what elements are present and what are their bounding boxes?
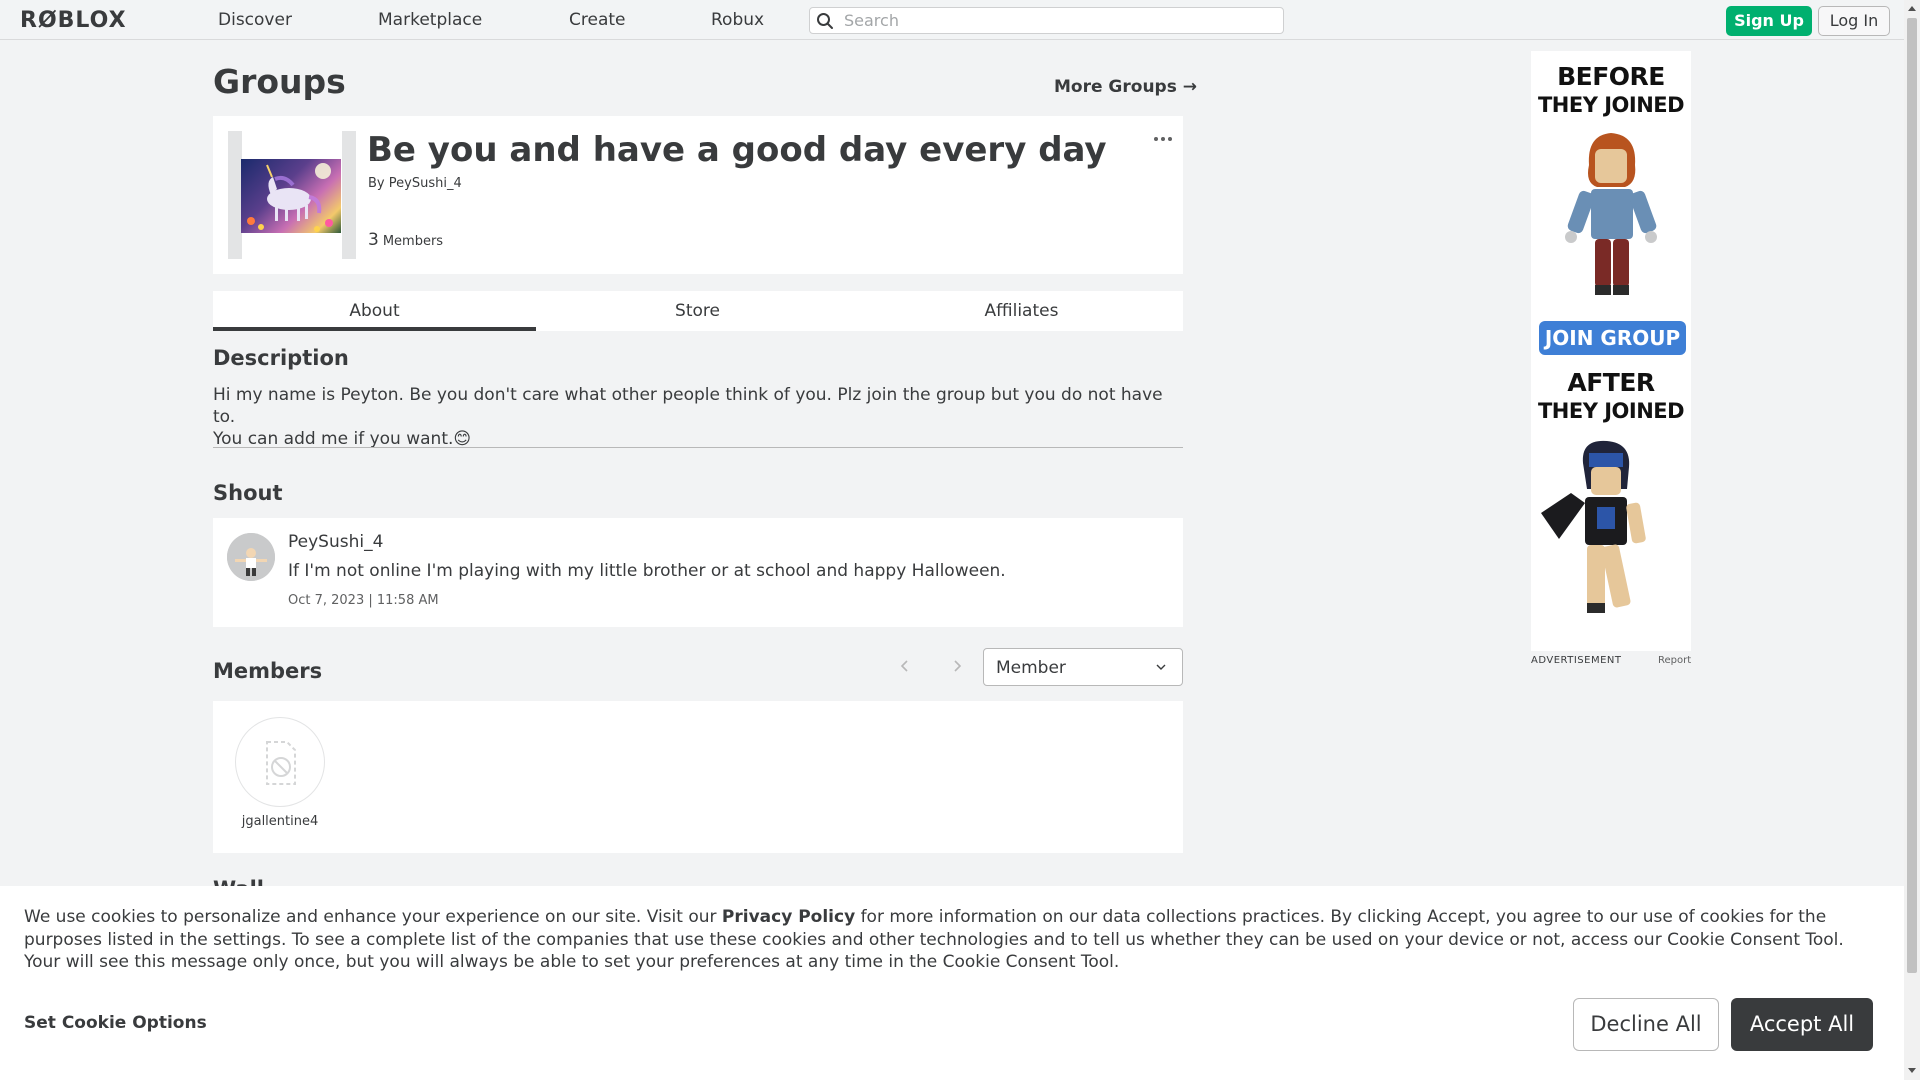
role-select-value: Member bbox=[996, 658, 1066, 678]
avatar[interactable] bbox=[227, 533, 275, 581]
scroll-thumb[interactable] bbox=[1907, 18, 1917, 973]
search-box bbox=[809, 7, 1284, 34]
log-in-button[interactable]: Log In bbox=[1818, 6, 1890, 36]
members-list: jgallentine4 bbox=[213, 701, 1183, 853]
group-owner-link[interactable]: PeySushi_4 bbox=[389, 176, 462, 191]
ad-text: AFTER bbox=[1567, 368, 1655, 397]
more-groups-link[interactable]: More Groups → bbox=[1054, 77, 1197, 97]
avatar-before-image bbox=[1565, 133, 1657, 295]
nav-discover[interactable]: Discover bbox=[218, 10, 292, 30]
member-name[interactable]: jgallentine4 bbox=[213, 814, 347, 829]
shout-card: PeySushi_4 If I'm not online I'm playing… bbox=[213, 518, 1183, 627]
privacy-policy-link[interactable]: Privacy Policy bbox=[722, 907, 855, 927]
member-role-select[interactable]: Member bbox=[983, 648, 1183, 686]
cookie-notice-text: We use cookies to personalize and enhanc… bbox=[24, 907, 1844, 972]
scroll-down-arrow-icon[interactable] bbox=[1908, 1068, 1916, 1073]
set-cookie-options-link[interactable]: Set Cookie Options bbox=[24, 1013, 207, 1033]
chevron-down-icon bbox=[1156, 664, 1166, 670]
roblox-logo[interactable]: RØBLOX bbox=[20, 8, 127, 33]
page-scrollbar[interactable] bbox=[1904, 0, 1920, 1080]
decline-all-button[interactable]: Decline All bbox=[1573, 998, 1719, 1051]
chevron-right-icon[interactable] bbox=[950, 658, 964, 674]
ad-text: THEY JOINED bbox=[1537, 93, 1685, 117]
description-line: Hi my name is Peyton. Be you don't care … bbox=[213, 385, 1163, 427]
sign-up-button[interactable]: Sign Up bbox=[1726, 6, 1812, 36]
member-avatar[interactable] bbox=[235, 717, 325, 807]
shout-poster-name[interactable]: PeySushi_4 bbox=[288, 532, 383, 552]
divider bbox=[213, 447, 1183, 448]
group-header-card: Be you and have a good day every day By … bbox=[213, 116, 1183, 274]
scroll-up-arrow-icon[interactable] bbox=[1908, 6, 1916, 11]
by-prefix: By bbox=[368, 176, 385, 191]
ad-text: THEY JOINED bbox=[1537, 399, 1685, 423]
group-emblem-image bbox=[241, 159, 341, 233]
search-input[interactable] bbox=[844, 8, 1274, 33]
blocked-image-icon bbox=[266, 741, 296, 785]
shout-timestamp: Oct 7, 2023 | 11:58 AM bbox=[288, 593, 439, 608]
top-navigation: RØBLOX Discover Marketplace Create Robux… bbox=[0, 0, 1904, 40]
avatar-after-image bbox=[1541, 440, 1646, 613]
tab-about[interactable]: About bbox=[213, 291, 536, 331]
shout-text: If I'm not online I'm playing with my li… bbox=[288, 561, 1006, 581]
member-count-value: 3 bbox=[368, 230, 379, 250]
page-title: Groups bbox=[213, 62, 346, 101]
ad-text: BEFORE bbox=[1557, 62, 1665, 91]
ad-join-group-label: JOIN GROUP bbox=[1539, 321, 1686, 355]
chevron-left-icon[interactable] bbox=[898, 658, 912, 674]
tab-store[interactable]: Store bbox=[536, 291, 859, 331]
advertisement-label: ADVERTISEMENT bbox=[1531, 655, 1622, 666]
group-member-count: 3 Members bbox=[368, 230, 443, 250]
list-item[interactable]: jgallentine4 bbox=[213, 701, 347, 841]
members-heading: Members bbox=[213, 659, 323, 683]
advertisement-banner[interactable]: BEFORE THEY JOINED JOIN GROUP AFTER THEY… bbox=[1531, 51, 1691, 651]
cookie-consent-banner: We use cookies to personalize and enhanc… bbox=[0, 886, 1904, 1080]
group-description: Hi my name is Peyton. Be you don't care … bbox=[213, 384, 1183, 450]
group-name: Be you and have a good day every day bbox=[367, 130, 1107, 170]
search-icon bbox=[817, 13, 833, 29]
description-heading: Description bbox=[213, 346, 349, 370]
nav-marketplace[interactable]: Marketplace bbox=[378, 10, 482, 30]
more-options-icon[interactable] bbox=[1153, 134, 1173, 144]
nav-robux[interactable]: Robux bbox=[711, 10, 764, 30]
nav-create[interactable]: Create bbox=[569, 10, 626, 30]
tab-affiliates[interactable]: Affiliates bbox=[860, 291, 1183, 331]
member-count-label: Members bbox=[382, 234, 444, 249]
accept-all-button[interactable]: Accept All bbox=[1731, 998, 1873, 1051]
shout-heading: Shout bbox=[213, 481, 283, 505]
user-avatar-icon bbox=[227, 533, 275, 581]
report-ad-link[interactable]: Report bbox=[1658, 655, 1691, 666]
unicorn-art-icon bbox=[247, 163, 333, 232]
group-owner-line: By PeySushi_4 bbox=[368, 176, 462, 191]
group-tabs: About Store Affiliates bbox=[213, 291, 1183, 331]
